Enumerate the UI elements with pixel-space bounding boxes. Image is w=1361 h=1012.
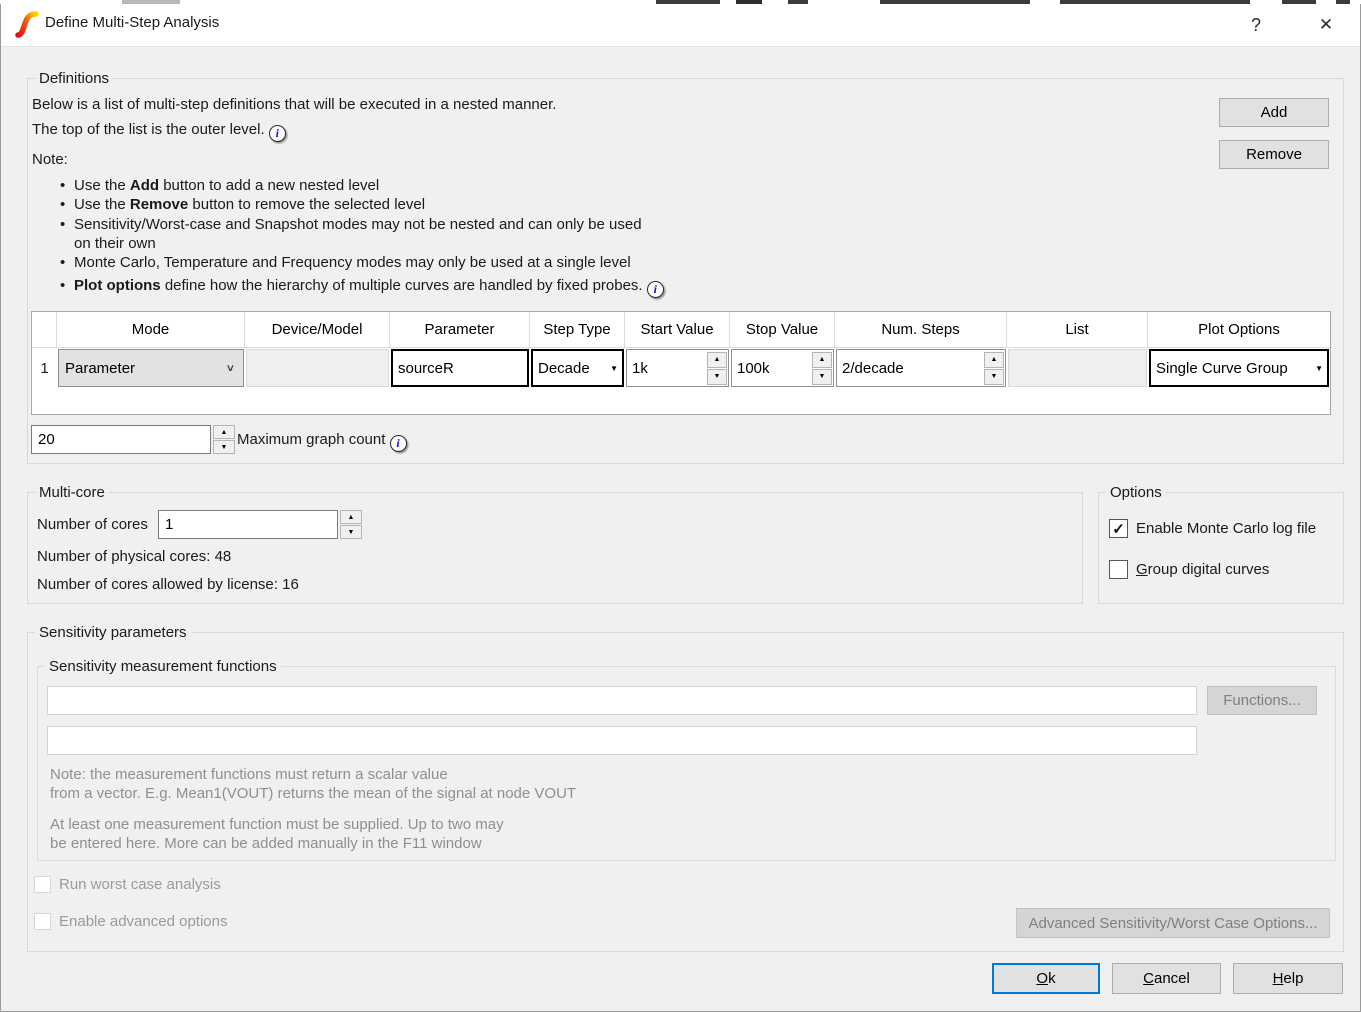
col-header-stop-value: Stop Value — [730, 312, 835, 348]
measurement-note-1: Note: the measurement functions must ret… — [50, 765, 576, 803]
col-header-list: List — [1007, 312, 1148, 348]
bullet-add: •Use the Add button to add a new nested … — [60, 176, 760, 195]
bullet-icon: • — [60, 176, 65, 195]
stop-value-spinbox[interactable]: 100k ▲ ▼ — [731, 349, 834, 387]
col-header-device-model: Device/Model — [245, 312, 390, 348]
license-cores-text: Number of cores allowed by license: 16 — [37, 576, 299, 593]
notes-bullet-list: •Use the Add button to add a new nested … — [60, 176, 760, 298]
define-multi-step-analysis-dialog: Define Multi-Step Analysis ? ✕ Definitio… — [0, 0, 1361, 1012]
app-logo-icon — [14, 9, 40, 39]
mode-combobox[interactable]: Parameter ∨ — [58, 349, 244, 387]
advanced-sensitivity-button: Advanced Sensitivity/Worst Case Options.… — [1016, 908, 1330, 938]
plot-options-dropdown[interactable]: Single Curve Group ▼ — [1149, 349, 1329, 387]
info-icon[interactable]: i — [390, 435, 407, 452]
options-group-title: Options — [1106, 483, 1166, 502]
bullet-monte-carlo: •Monte Carlo, Temperature and Frequency … — [60, 253, 760, 272]
ok-button[interactable]: Ok — [992, 963, 1100, 994]
bullet-remove: •Use the Remove button to remove the sel… — [60, 195, 760, 214]
sensitivity-parameters-group: Sensitivity parameters Sensitivity measu… — [27, 632, 1344, 952]
remove-button[interactable]: Remove — [1219, 140, 1329, 169]
measurement-function-1-field — [47, 686, 1197, 715]
close-icon[interactable]: ✕ — [1309, 10, 1343, 40]
row-number: 1 — [32, 348, 57, 388]
group-digital-curves-checkbox[interactable] — [1109, 560, 1128, 579]
bullet-icon: • — [60, 276, 65, 295]
table-row: 1 Parameter ∨ sourceR D — [32, 348, 1330, 388]
measurement-functions-group: Sensitivity measurement functions Functi… — [37, 666, 1336, 861]
measurement-function-2-field — [47, 726, 1197, 755]
functions-button: Functions... — [1207, 686, 1317, 715]
spin-down-icon[interactable]: ▼ — [984, 369, 1004, 385]
spin-down-icon[interactable]: ▼ — [213, 440, 235, 454]
info-icon[interactable]: i — [269, 125, 286, 142]
enable-advanced-options-checkbox — [34, 913, 51, 930]
spin-up-icon[interactable]: ▲ — [812, 352, 832, 368]
bullet-icon: • — [60, 253, 65, 272]
enable-monte-carlo-checkbox[interactable]: ✓ — [1109, 519, 1128, 538]
multi-core-group-title: Multi-core — [35, 483, 109, 502]
bullet-icon: • — [60, 195, 65, 214]
title-bar: Define Multi-Step Analysis ? ✕ — [1, 4, 1360, 47]
intro-line1: Below is a list of multi-step definition… — [32, 92, 556, 117]
col-header-num-steps: Num. Steps — [835, 312, 1007, 348]
spin-up-icon[interactable]: ▲ — [984, 352, 1004, 368]
max-graph-count-label: Maximum graph count i — [237, 431, 407, 452]
col-header-mode: Mode — [57, 312, 245, 348]
spin-down-icon[interactable]: ▼ — [707, 369, 727, 385]
dropdown-arrow-icon: ▼ — [610, 364, 618, 373]
spin-up-icon[interactable]: ▲ — [707, 352, 727, 368]
intro-line2: The top of the list is the outer level. … — [32, 117, 556, 142]
number-of-cores-input[interactable] — [158, 510, 338, 539]
start-value-spinbox[interactable]: 1k ▲ ▼ — [626, 349, 729, 387]
spin-up-icon[interactable]: ▲ — [213, 425, 235, 439]
max-graph-count-spinbox: ▲ ▼ — [31, 425, 235, 454]
chevron-down-icon: ∨ — [225, 362, 235, 374]
definitions-group-title: Definitions — [35, 69, 113, 88]
max-graph-count-input[interactable] — [31, 425, 211, 454]
spin-down-icon[interactable]: ▼ — [812, 369, 832, 385]
spin-up-icon[interactable]: ▲ — [340, 510, 362, 524]
device-model-cell — [246, 349, 389, 387]
dropdown-arrow-icon: ▼ — [1315, 364, 1323, 373]
group-digital-curves-label: Group digital curves — [1136, 561, 1269, 578]
add-button[interactable]: Add — [1219, 98, 1329, 127]
col-header-start-value: Start Value — [625, 312, 730, 348]
table-header-row: Mode Device/Model Parameter Step Type St… — [32, 312, 1330, 348]
multi-step-table: Mode Device/Model Parameter Step Type St… — [31, 311, 1331, 415]
bullet-icon: • — [60, 215, 65, 234]
bullet-sensitivity: •Sensitivity/Worst-case and Snapshot mod… — [60, 215, 760, 254]
help-button[interactable]: Help — [1233, 963, 1343, 994]
col-header-step-type: Step Type — [530, 312, 625, 348]
col-header-parameter: Parameter — [390, 312, 530, 348]
cancel-button[interactable]: Cancel — [1112, 963, 1221, 994]
measurement-functions-title: Sensitivity measurement functions — [45, 657, 281, 676]
number-of-cores-spinbox: ▲ ▼ — [158, 510, 362, 539]
spin-down-icon[interactable]: ▼ — [340, 525, 362, 539]
col-header-gutter — [32, 312, 57, 348]
run-worst-case-checkbox — [34, 876, 51, 893]
parameter-input[interactable]: sourceR — [391, 349, 529, 387]
window-title: Define Multi-Step Analysis — [45, 14, 219, 31]
intro-text: Below is a list of multi-step definition… — [32, 92, 556, 142]
check-icon: ✓ — [1112, 520, 1125, 538]
enable-monte-carlo-label: Enable Monte Carlo log file — [1136, 520, 1316, 537]
run-worst-case-label: Run worst case analysis — [59, 876, 221, 893]
help-icon[interactable]: ? — [1239, 10, 1273, 40]
physical-cores-text: Number of physical cores: 48 — [37, 548, 231, 565]
num-steps-spinbox[interactable]: 2/decade ▲ ▼ — [836, 349, 1006, 387]
number-of-cores-label: Number of cores — [37, 516, 148, 533]
col-header-plot-options: Plot Options — [1148, 312, 1330, 348]
options-group: Options ✓ Enable Monte Carlo log file Gr… — [1098, 492, 1344, 604]
enable-advanced-options-label: Enable advanced options — [59, 913, 227, 930]
note-label: Note: — [32, 151, 68, 168]
step-type-dropdown[interactable]: Decade ▼ — [531, 349, 624, 387]
bullet-plot-options: •Plot options define how the hierarchy o… — [60, 276, 760, 298]
multi-core-group: Multi-core Number of cores ▲ ▼ Number of… — [27, 492, 1083, 604]
definitions-group: Definitions Below is a list of multi-ste… — [27, 78, 1344, 464]
measurement-note-2: At least one measurement function must b… — [50, 815, 504, 853]
sensitivity-parameters-title: Sensitivity parameters — [35, 623, 191, 642]
info-icon[interactable]: i — [647, 281, 664, 298]
list-cell — [1008, 349, 1147, 387]
